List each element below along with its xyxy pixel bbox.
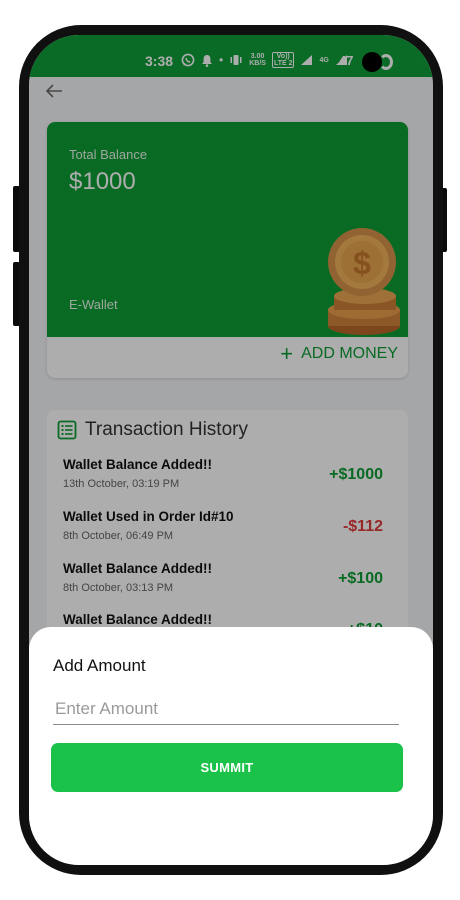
signal-icon xyxy=(301,55,313,65)
net-speed-value: 3.00 xyxy=(250,53,265,60)
transaction-date: 13th October, 03:19 PM xyxy=(63,478,180,490)
front-camera xyxy=(362,52,382,72)
wallet-card: Total Balance $1000 E-Wallet $ + ADD MON… xyxy=(47,122,408,378)
total-balance-label: Total Balance xyxy=(69,147,148,162)
status-icons: • 3.00 KB/S Vo)) LTE 2 4G xyxy=(181,52,348,68)
add-amount-title: Add Amount xyxy=(53,656,146,675)
transaction-date: 8th October, 03:13 PM xyxy=(63,582,174,594)
volte-badge: Vo)) LTE 2 xyxy=(271,52,295,68)
transaction-title: Wallet Used in Order Id#10 xyxy=(63,509,234,524)
transaction-title: Wallet Balance Added!! xyxy=(63,612,213,627)
status-dot: • xyxy=(219,53,224,67)
amount-input[interactable] xyxy=(53,693,399,725)
transaction-history-title: Transaction History xyxy=(85,419,248,440)
add-money-label: ADD MONEY xyxy=(301,345,398,362)
coins-icon: $ xyxy=(328,228,400,335)
volte-top: Vo)) xyxy=(276,53,290,60)
volte-bottom: LTE 2 xyxy=(273,60,293,67)
network-type: 4G xyxy=(319,56,329,64)
net-speed: 3.00 KB/S xyxy=(249,53,266,67)
transaction-row[interactable]: Wallet Balance Added!! 13th October, 03:… xyxy=(63,457,383,497)
transaction-history-header: Transaction History xyxy=(57,419,248,441)
transaction-amount: -$112 xyxy=(342,518,383,535)
total-balance-value: $1000 xyxy=(69,168,136,195)
list-icon xyxy=(57,420,77,440)
net-speed-unit: KB/S xyxy=(249,60,266,67)
submit-button[interactable]: SUMMIT xyxy=(51,743,403,792)
wallet-type-label: E-Wallet xyxy=(69,297,118,312)
transaction-amount: +$1000 xyxy=(329,466,383,483)
wallet-balance-panel: Total Balance $1000 E-Wallet $ xyxy=(47,122,408,337)
arrow-left-icon[interactable] xyxy=(45,82,63,105)
transaction-row[interactable]: Wallet Used in Order Id#10 8th October, … xyxy=(63,509,383,549)
battery-level: 47 xyxy=(339,53,354,68)
add-money-button[interactable]: + ADD MONEY xyxy=(280,341,398,366)
transaction-date: 8th October, 06:49 PM xyxy=(63,530,174,542)
add-amount-sheet: Add Amount SUMMIT xyxy=(29,627,433,865)
phone-screen: 3:38 • 3.00 KB/S Vo)) LTE 2 4G 47 Total … xyxy=(29,35,433,865)
whatsapp-icon xyxy=(181,53,195,67)
transaction-title: Wallet Balance Added!! xyxy=(63,457,213,472)
transaction-title: Wallet Balance Added!! xyxy=(63,561,213,576)
status-bar: 3:38 • 3.00 KB/S Vo)) LTE 2 4G 47 xyxy=(29,35,433,77)
transaction-row[interactable]: Wallet Balance Added!! 8th October, 03:1… xyxy=(63,561,383,601)
svg-text:$: $ xyxy=(353,245,371,281)
status-time: 3:38 xyxy=(145,53,174,69)
vibrate-icon xyxy=(230,55,242,65)
transaction-amount: +$100 xyxy=(338,570,383,587)
bell-icon xyxy=(202,54,212,67)
plus-icon: + xyxy=(280,341,294,366)
